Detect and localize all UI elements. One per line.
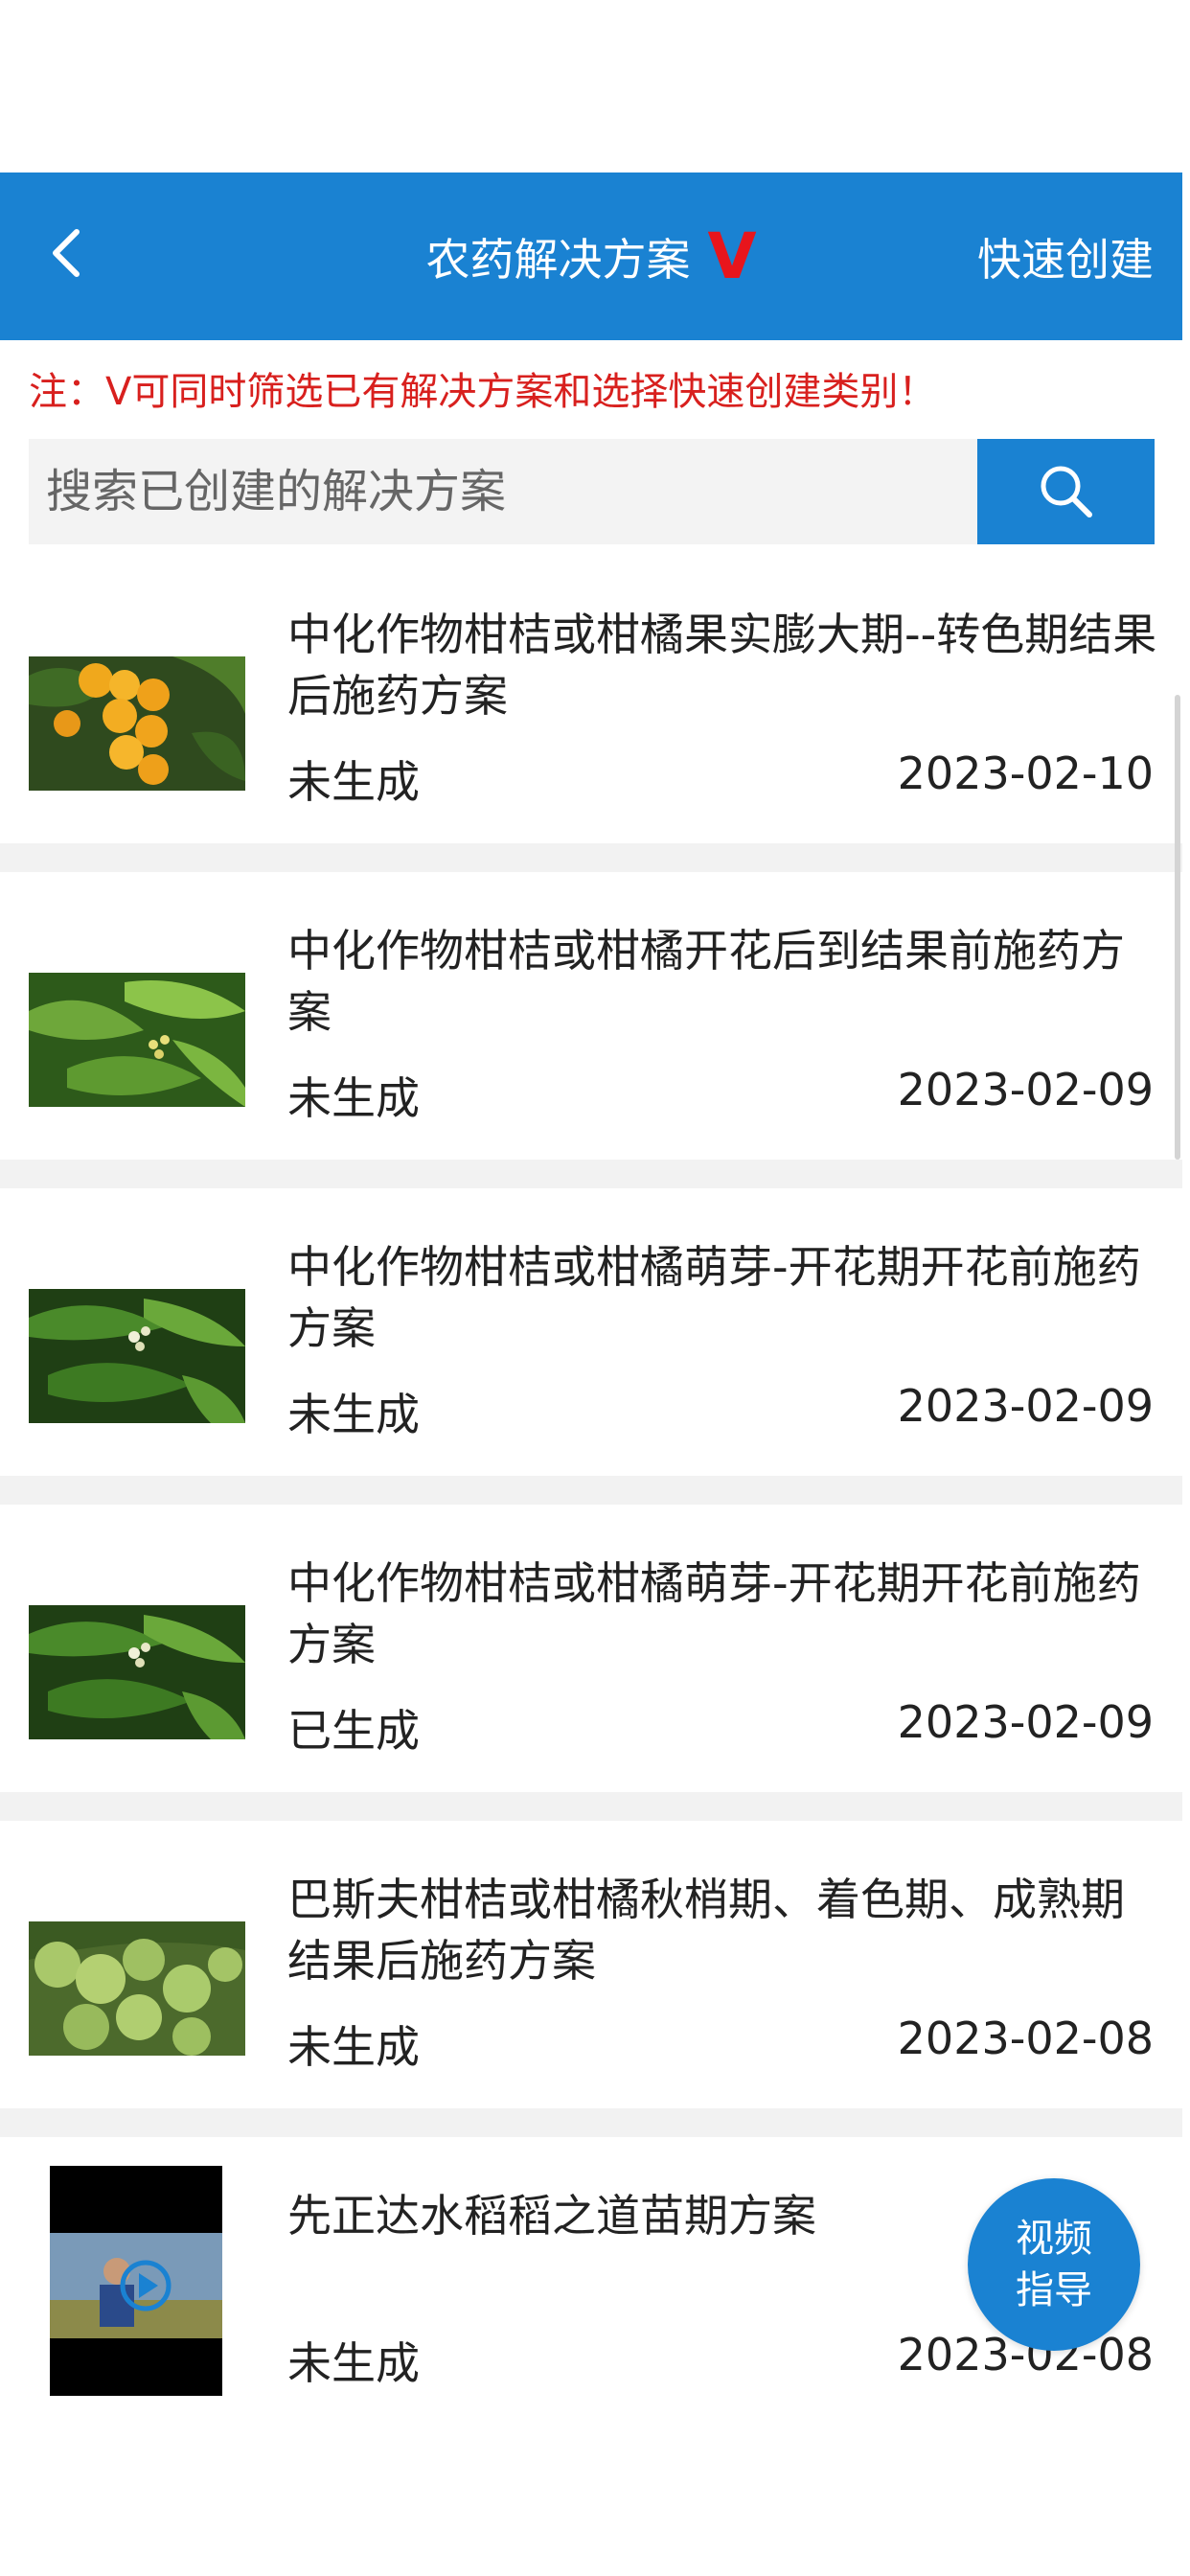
item-status: 未生成 [287, 756, 420, 808]
list-item[interactable]: 中化作物柑桔或柑橘开花后到结果前施药方案 未生成 2023-02-09 [0, 872, 1182, 1188]
filter-v-button[interactable]: V [707, 224, 756, 288]
green-citrus-fruit-image [29, 1921, 245, 2056]
item-title: 巴斯夫柑桔或柑橘秋梢期、着色期、成熟期结果后施药方案 [287, 1874, 1125, 1987]
video-guide-label-line1: 视频 [1016, 2217, 1092, 2261]
citrus-buds-image [29, 1605, 245, 1739]
scrollbar[interactable] [1175, 695, 1180, 1160]
list-item[interactable]: 巴斯夫柑桔或柑橘秋梢期、着色期、成熟期结果后施药方案 未生成 2023-02-0… [0, 1821, 1182, 2137]
item-date: 2023-02-09 [897, 1380, 1154, 1432]
nav-bar: 农药解决方案 V 快速创建 [0, 172, 1182, 340]
search-button[interactable] [977, 439, 1155, 544]
video-thumbnail [50, 2166, 222, 2396]
item-title: 中化作物柑桔或柑橘萌芽-开花期开花前施药方案 [287, 1557, 1141, 1670]
item-status: 未生成 [287, 1389, 420, 1440]
item-status: 已生成 [287, 1705, 420, 1757]
list-item[interactable]: 中化作物柑桔或柑橘萌芽-开花期开花前施药方案 未生成 2023-02-09 [0, 1188, 1182, 1505]
search-icon [1041, 466, 1092, 518]
filter-note: 注：V可同时筛选已有解决方案和选择快速创建类别！ [29, 370, 937, 414]
chevron-left-icon [53, 229, 80, 277]
status-bar-area [0, 0, 1190, 172]
item-date: 2023-02-09 [897, 1696, 1154, 1748]
item-title: 中化作物柑桔或柑橘开花后到结果前施药方案 [287, 925, 1125, 1038]
citrus-fruit-image [29, 656, 245, 791]
item-status: 未生成 [287, 2021, 420, 2073]
quick-create-button[interactable]: 快速创建 [977, 172, 1154, 340]
citrus-buds-image [29, 1289, 245, 1423]
citrus-leaves-image [29, 973, 245, 1107]
item-title: 中化作物柑桔或柑橘果实膨大期--转色期结果后施药方案 [287, 609, 1157, 722]
app-screen: 农药解决方案 V 快速创建 注：V可同时筛选已有解决方案和选择快速创建类别！ 搜… [0, 172, 1182, 2396]
video-guide-button[interactable]: 视频 指导 [968, 2178, 1140, 2351]
solution-list: 中化作物柑桔或柑橘果实膨大期--转色期结果后施药方案 未生成 2023-02-1… [0, 556, 1182, 2396]
item-title: 中化作物柑桔或柑橘萌芽-开花期开花前施药方案 [287, 1241, 1141, 1354]
search-input[interactable] [44, 438, 977, 545]
item-date: 2023-02-08 [897, 2012, 1154, 2064]
list-item[interactable]: 中化作物柑桔或柑橘萌芽-开花期开花前施药方案 已生成 2023-02-09 [0, 1505, 1182, 1821]
list-item[interactable]: 中化作物柑桔或柑橘果实膨大期--转色期结果后施药方案 未生成 2023-02-1… [0, 556, 1182, 872]
search-field [29, 438, 977, 545]
item-status: 未生成 [287, 1072, 420, 1124]
page-title: 农药解决方案 [425, 233, 691, 286]
video-guide-label-line2: 指导 [1016, 2268, 1092, 2312]
item-date: 2023-02-09 [897, 1064, 1154, 1116]
item-date: 2023-02-10 [897, 748, 1154, 799]
item-status: 未生成 [287, 2337, 420, 2389]
back-button[interactable] [38, 218, 100, 288]
